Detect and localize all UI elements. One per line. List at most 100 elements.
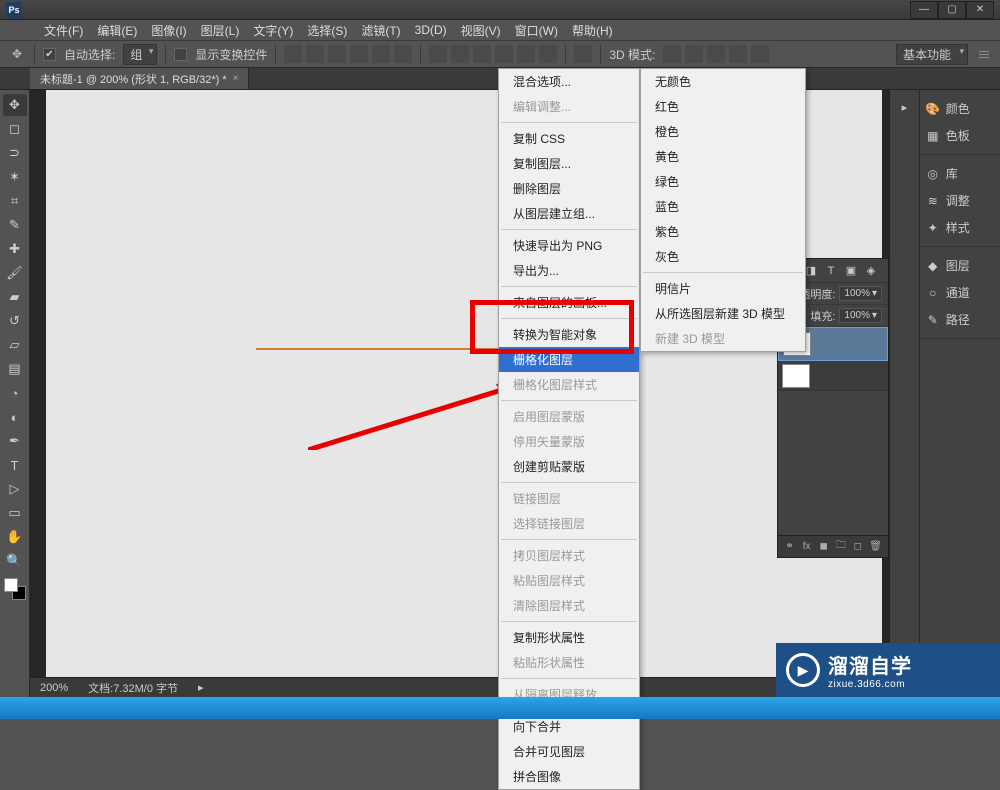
align-icon[interactable]: [372, 45, 390, 63]
fx-icon[interactable]: fx: [801, 540, 812, 554]
panel-tab-adjustments[interactable]: ≋调整: [926, 192, 994, 209]
gradient-tool[interactable]: ▤: [3, 358, 27, 380]
menu-window[interactable]: 窗口(W): [511, 22, 562, 39]
color-sub-item[interactable]: 无颜色: [641, 69, 805, 94]
dodge-tool[interactable]: ◐: [3, 406, 27, 428]
layer-item-background[interactable]: [778, 361, 888, 391]
blur-tool[interactable]: ◔: [3, 382, 27, 404]
eyedropper-tool[interactable]: ✎: [3, 214, 27, 236]
color-sub-item[interactable]: 红色: [641, 94, 805, 119]
distribute-icon[interactable]: [451, 45, 469, 63]
color-sub-item[interactable]: 橙色: [641, 119, 805, 144]
type-tool[interactable]: T: [3, 454, 27, 476]
arrange-icon[interactable]: [574, 45, 592, 63]
filter-icon[interactable]: ◈: [864, 264, 878, 278]
menu-edit[interactable]: 编辑(E): [93, 22, 141, 39]
folder-icon[interactable]: 🗀: [835, 540, 846, 554]
panel-collapse-icon[interactable]: ▸: [896, 96, 912, 118]
panel-tab-paths[interactable]: ✎路径: [926, 311, 994, 328]
layer-ctx-item[interactable]: 导出为...: [499, 258, 639, 283]
menu-filter[interactable]: 滤镜(T): [357, 22, 404, 39]
brush-tool[interactable]: 🖌: [3, 262, 27, 284]
align-icon[interactable]: [306, 45, 324, 63]
distribute-icon[interactable]: [517, 45, 535, 63]
distribute-icon[interactable]: [473, 45, 491, 63]
layer-ctx-item[interactable]: 拼合图像: [499, 764, 639, 789]
link-icon[interactable]: ⚭: [784, 540, 795, 554]
move-tool-icon[interactable]: ✥: [8, 45, 26, 63]
color-sub-item[interactable]: 从所选图层新建 3D 模型: [641, 301, 805, 326]
eraser-tool[interactable]: ▱: [3, 334, 27, 356]
menu-view[interactable]: 视图(V): [457, 22, 505, 39]
history-brush-tool[interactable]: ↺: [3, 310, 27, 332]
doc-info-arrow[interactable]: ▸: [198, 681, 204, 694]
color-sub-item[interactable]: 明信片: [641, 276, 805, 301]
distribute-icon[interactable]: [429, 45, 447, 63]
crop-tool[interactable]: ⌗: [3, 190, 27, 212]
layer-ctx-item[interactable]: 转换为智能对象: [499, 322, 639, 347]
new-icon[interactable]: ◻: [852, 540, 863, 554]
layer-ctx-item[interactable]: 删除图层: [499, 176, 639, 201]
align-icon[interactable]: [394, 45, 412, 63]
panel-tab-styles[interactable]: ✦样式: [926, 219, 994, 236]
distribute-icon[interactable]: [539, 45, 557, 63]
menu-type[interactable]: 文字(Y): [249, 22, 297, 39]
menu-select[interactable]: 选择(S): [303, 22, 351, 39]
panel-tab-channels[interactable]: ○通道: [926, 284, 994, 301]
pen-tool[interactable]: ✒: [3, 430, 27, 452]
layer-ctx-item[interactable]: 复制 CSS: [499, 126, 639, 151]
auto-select-checkbox[interactable]: ✔: [43, 48, 56, 61]
menu-3d[interactable]: 3D(D): [411, 23, 451, 37]
align-icon[interactable]: [328, 45, 346, 63]
menu-image[interactable]: 图像(I): [147, 22, 190, 39]
path-select-tool[interactable]: ▷: [3, 478, 27, 500]
panel-tab-library[interactable]: ◎库: [926, 165, 994, 182]
healing-tool[interactable]: ✚: [3, 238, 27, 260]
rectangle-tool[interactable]: ▭: [3, 502, 27, 524]
hand-tool[interactable]: ✋: [3, 526, 27, 548]
layer-ctx-item[interactable]: 复制图层...: [499, 151, 639, 176]
color-sub-item[interactable]: 黄色: [641, 144, 805, 169]
mode3d-icon[interactable]: [685, 45, 703, 63]
align-icon[interactable]: [350, 45, 368, 63]
panel-menu-icon[interactable]: [976, 45, 992, 63]
maximize-button[interactable]: ▢: [938, 1, 966, 19]
clone-tool[interactable]: ▰: [3, 286, 27, 308]
layer-ctx-item[interactable]: 来自图层的画板...: [499, 290, 639, 315]
filter-icon[interactable]: ◨: [804, 264, 818, 278]
zoom-level[interactable]: 200%: [40, 682, 68, 694]
color-sub-item[interactable]: 灰色: [641, 244, 805, 269]
layer-ctx-item[interactable]: 创建剪贴蒙版: [499, 454, 639, 479]
layer-ctx-item[interactable]: 从图层建立组...: [499, 201, 639, 226]
mode3d-icon[interactable]: [729, 45, 747, 63]
layer-ctx-item[interactable]: 合并可见图层: [499, 739, 639, 764]
lasso-tool[interactable]: ⊃: [3, 142, 27, 164]
fill-field[interactable]: 100%▾: [839, 308, 882, 323]
layer-ctx-item[interactable]: 混合选项...: [499, 69, 639, 94]
menu-file[interactable]: 文件(F): [40, 22, 87, 39]
filter-icon[interactable]: ▣: [844, 264, 858, 278]
move-tool[interactable]: ✥: [3, 94, 27, 116]
show-transform-checkbox[interactable]: [174, 48, 187, 61]
menu-help[interactable]: 帮助(H): [568, 22, 617, 39]
opacity-field[interactable]: 100%▾: [839, 286, 882, 301]
layer-ctx-item[interactable]: 栅格化图层: [499, 347, 639, 372]
menu-layer[interactable]: 图层(L): [197, 22, 244, 39]
filter-icon[interactable]: T: [824, 264, 838, 278]
minimize-button[interactable]: —: [910, 1, 938, 19]
zoom-tool[interactable]: 🔍: [3, 550, 27, 572]
document-tab[interactable]: 未标题-1 @ 200% (形状 1, RGB/32*) * ×: [30, 68, 249, 89]
fg-color[interactable]: [4, 578, 18, 592]
workspace-dropdown[interactable]: 基本功能: [896, 44, 968, 65]
color-sub-item[interactable]: 绿色: [641, 169, 805, 194]
panel-tab-color[interactable]: 🎨颜色: [926, 100, 994, 117]
panel-tab-swatches[interactable]: ▦色板: [926, 127, 994, 144]
color-sub-item[interactable]: 蓝色: [641, 194, 805, 219]
mode3d-icon[interactable]: [663, 45, 681, 63]
marquee-tool[interactable]: ◻: [3, 118, 27, 140]
mask-icon[interactable]: ◼: [818, 540, 829, 554]
trash-icon[interactable]: 🗑: [869, 540, 882, 554]
distribute-icon[interactable]: [495, 45, 513, 63]
color-sub-item[interactable]: 紫色: [641, 219, 805, 244]
color-swatch[interactable]: [4, 578, 26, 600]
